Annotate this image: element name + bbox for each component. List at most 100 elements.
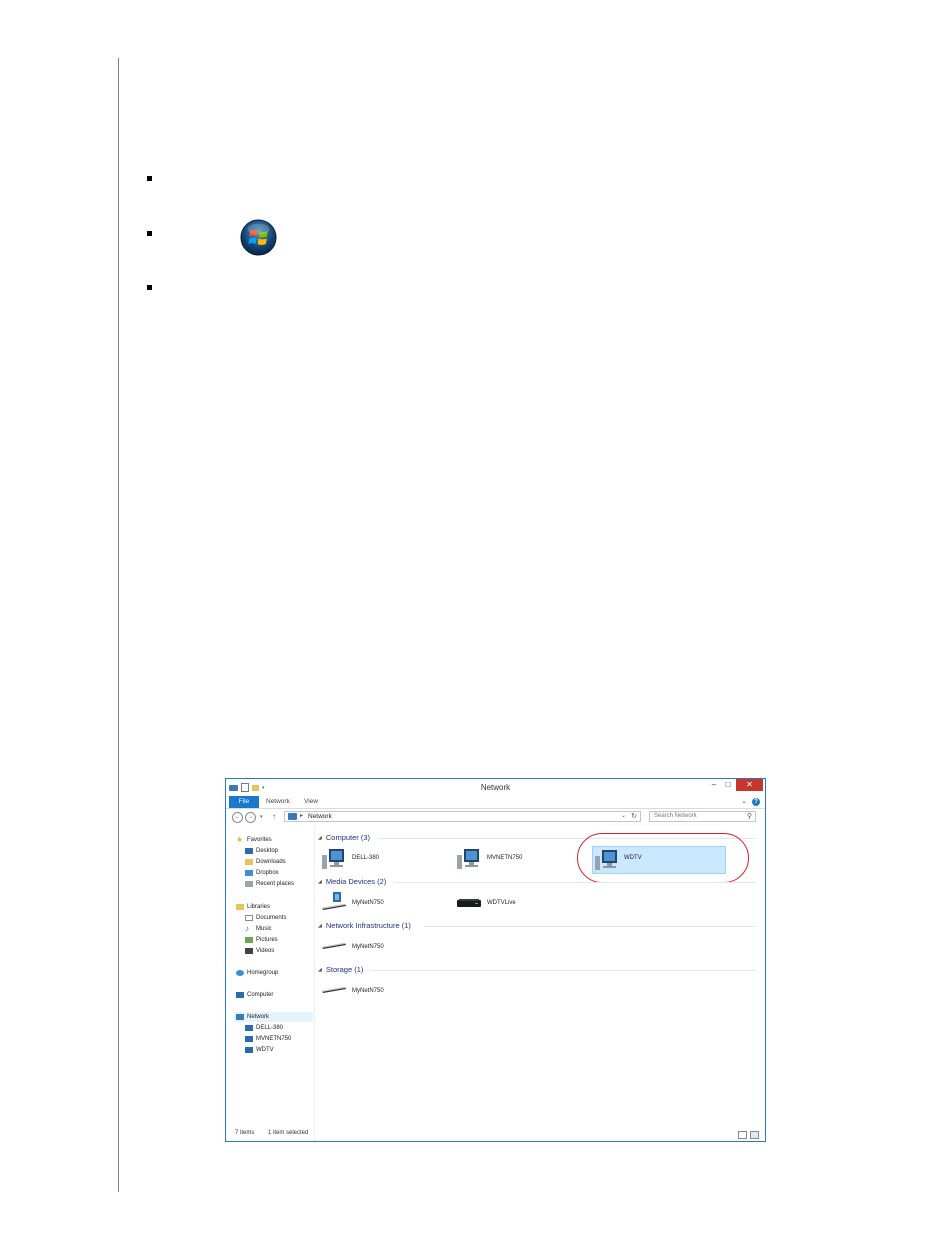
window-title: Network [480,783,511,792]
desktop-icon [245,848,253,854]
item-label: DELL-380 [352,855,380,861]
videos-icon [245,948,253,954]
back-button[interactable]: ← [232,812,243,823]
nav-label: Music [256,926,272,932]
router-icon [322,943,346,949]
status-bar: 7 items 1 item selected [226,1128,765,1141]
minimize-button[interactable]: – [707,779,721,791]
homegroup-icon [236,970,244,976]
pictures-icon [245,937,253,943]
up-button[interactable]: ↑ [272,811,276,822]
router-icon [322,892,346,910]
title-bar: ▾ Network – □ ✕ [226,779,765,796]
nav-label: MVNETN750 [256,1036,292,1042]
network-icon [236,1014,244,1020]
address-text: Network [308,813,332,820]
group-divider [424,926,757,927]
tab-network[interactable]: Network [266,796,290,808]
nav-label: Pictures [256,937,278,943]
collapse-triangle-icon: ◢ [318,923,322,930]
nav-label: Downloads [256,859,286,865]
computer-icon [236,992,244,998]
media-wdtvlive[interactable]: WDTVLive [456,889,566,917]
group-divider [370,970,757,971]
bullet-2 [147,231,152,236]
recent-places-icon [245,881,253,887]
tab-file[interactable]: File [229,796,259,808]
downloads-icon [245,859,253,865]
item-label: WDTVLive [487,900,516,906]
nav-label: Favorites [247,837,272,843]
router-icon [322,987,346,993]
computer-icon [245,1047,253,1053]
computer-icon [245,1025,253,1031]
computer-icon [322,849,344,869]
tab-view[interactable]: View [304,796,318,808]
nav-label: Desktop [256,848,279,854]
large-icons-view-icon[interactable] [750,1131,759,1139]
bullet-3 [147,285,152,290]
file-list: ◢ Computer (3) DELL-380 MVNETN750 WDTV ◢… [315,826,765,1141]
bullet-1 [147,176,152,181]
group-header-computer[interactable]: ◢ Computer (3) [318,833,370,843]
computer-dell-380[interactable]: DELL-380 [321,846,431,874]
details-view-icon[interactable] [738,1131,747,1139]
maximize-button[interactable]: □ [721,779,735,791]
libraries-icon [236,904,244,910]
windows-start-icon [240,219,277,256]
nav-label: Recent places [256,881,295,887]
expand-ribbon-icon[interactable]: ⌄ [741,796,747,808]
forward-button[interactable]: → [245,812,256,823]
collapse-triangle-icon: ◢ [318,967,322,974]
nav-label: Dropbox [256,870,279,876]
computer-icon [245,1036,253,1042]
infrastructure-mynetn750[interactable]: MyNetN750 [321,933,431,961]
recent-locations-icon[interactable]: ▾ [260,812,263,823]
group-header-storage[interactable]: ◢ Storage (1) [318,965,363,975]
star-icon: ★ [236,835,244,844]
search-placeholder: Search Network [654,813,697,819]
nav-network[interactable]: Network [234,1012,313,1022]
explorer-window: ▾ Network – □ ✕ File Network View ⌄ ? ← … [225,778,766,1142]
media-mynetn750[interactable]: MyNetN750 [321,889,431,917]
dropbox-icon [245,870,253,876]
nav-label: Libraries [247,904,271,910]
documents-icon [245,915,253,921]
network-icon [288,813,297,820]
address-bar[interactable]: ▸ Network ⌄ ↻ [284,811,641,822]
help-icon[interactable]: ? [752,798,760,806]
close-button[interactable]: ✕ [736,779,763,791]
refresh-icon[interactable]: ↻ [631,812,637,821]
media-player-icon [457,899,481,907]
item-label: MyNetN750 [352,900,384,906]
nav-label: Videos [256,948,275,954]
breadcrumb-separator-icon[interactable]: ▸ [300,812,303,821]
item-label: MyNetN750 [352,944,384,950]
highlight-ring [577,833,749,883]
search-icon: ⚲ [746,813,752,820]
ribbon-tabs: File Network View ⌄ ? [226,796,765,809]
item-label: MVNETN750 [487,855,523,861]
item-label: MyNetN750 [352,988,384,994]
collapse-triangle-icon: ◢ [318,879,322,886]
item-count: 7 items [235,1130,255,1136]
nav-label: Computer [247,992,274,998]
collapse-triangle-icon: ◢ [318,835,322,842]
navigation-pane: ★ Favorites Desktop Downloads Dropbox Re… [226,826,315,1141]
nav-label: DELL-380 [256,1025,284,1031]
margin-rule [118,58,119,1192]
nav-label: WDTV [256,1047,274,1053]
music-icon: ♪ [245,924,249,933]
nav-label: Documents [256,915,287,921]
address-dropdown-icon[interactable]: ⌄ [621,812,626,821]
nav-label: Network [247,1014,270,1020]
computer-mvnetn750[interactable]: MVNETN750 [456,846,566,874]
search-input[interactable]: Search Network ⚲ [649,811,756,822]
address-row: ← → ▾ ↑ ▸ Network ⌄ ↻ Search Network ⚲ [226,809,765,826]
group-header-network-infrastructure[interactable]: ◢ Network Infrastructure (1) [318,921,411,931]
storage-mynetn750[interactable]: MyNetN750 [321,977,431,1005]
group-header-media-devices[interactable]: ◢ Media Devices (2) [318,877,386,887]
computer-icon [457,849,479,869]
group-divider [394,882,757,883]
selection-count: 1 item selected [268,1130,309,1136]
